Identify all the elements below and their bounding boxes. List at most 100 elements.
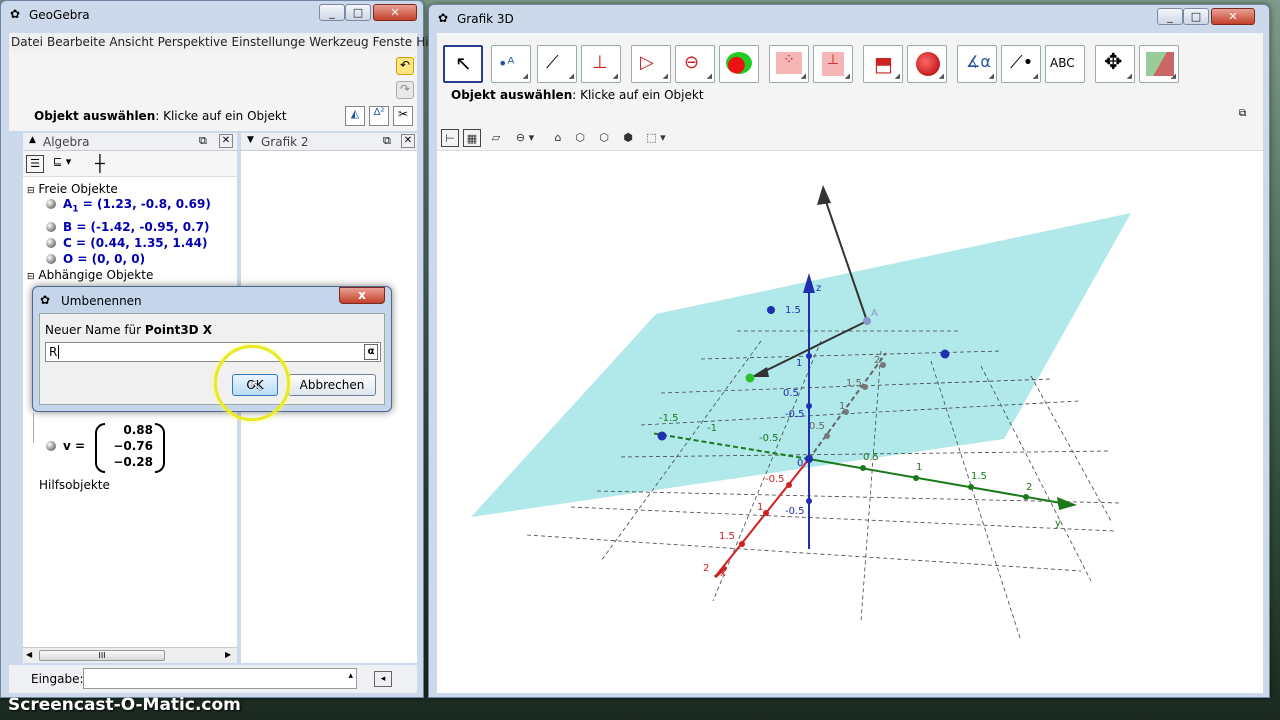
dialog-close-button[interactable]: x	[339, 287, 385, 304]
circle-tool[interactable]: ⊖ ◢	[675, 45, 715, 83]
tree-collapse-icon[interactable]: ⊟	[27, 272, 35, 282]
history-dropdown-icon[interactable]: ▴	[348, 671, 353, 681]
collapse-triangle-icon[interactable]: ▲	[29, 135, 36, 145]
hidden-objects-icon[interactable]: ⊖ ▾	[509, 129, 541, 147]
sphere-tool[interactable]: ◢	[907, 45, 947, 83]
new-name-value: R	[49, 345, 58, 359]
sort-mode-icon[interactable]: ☰	[26, 155, 44, 173]
view-front-icon[interactable]: ⬡	[571, 129, 589, 147]
view-towards-tool[interactable]: ◢	[1139, 45, 1179, 83]
list-item-A1[interactable]: A1 = (1.23, -0.8, 0.69)	[46, 197, 211, 214]
undo-button[interactable]: ↶	[396, 57, 414, 75]
undock-icon[interactable]: ⧉	[1239, 108, 1246, 119]
visibility-dot-icon[interactable]	[46, 199, 56, 209]
input-bar-icon[interactable]: ┼	[95, 154, 105, 173]
visibility-dot-icon[interactable]	[46, 238, 56, 248]
collapse-triangle-icon[interactable]: ▼	[247, 135, 254, 145]
grid-toggle-icon[interactable]: ▦	[463, 129, 481, 147]
list-item-C[interactable]: C = (0.44, 1.35, 1.44)	[46, 236, 207, 250]
z-tick-label: 0.5	[783, 388, 799, 399]
rotate-view-tool[interactable]: ✥ ◢	[1095, 45, 1135, 83]
graphics-3d-view[interactable]: z y x A 1.5 1 0.5 -0.5 0 -0.5 0.5 1 1.5 …	[437, 151, 1263, 693]
tools-settings-icon[interactable]: ✂	[393, 106, 413, 126]
view-side-icon[interactable]: ⬡	[595, 129, 613, 147]
scroll-right-icon[interactable]: ▶	[225, 650, 231, 659]
polygon-tool[interactable]: ▷ ◢	[631, 45, 671, 83]
angle-tool[interactable]: ∡α ◢	[957, 45, 997, 83]
point-neg-y[interactable]	[657, 431, 667, 441]
maximize-button[interactable]: □	[345, 4, 371, 21]
tree-mode-icon[interactable]: ⊑ ▾	[53, 155, 81, 173]
menu-werkzeug[interactable]: Werkzeug	[307, 33, 370, 51]
input-field[interactable]: ▴	[83, 668, 357, 689]
circle-icon: ⊖	[684, 52, 700, 73]
point-green[interactable]	[745, 373, 755, 383]
y-tick-label: 1.5	[971, 471, 987, 482]
input-help-icon[interactable]: ◂	[374, 671, 392, 687]
mode-help-text: Objekt auswählen: Klicke auf ein Objekt	[34, 109, 287, 123]
menu-perspektive[interactable]: Perspektive	[156, 33, 230, 51]
new-name-input[interactable]: R α	[45, 342, 381, 362]
algebra-close-icon[interactable]: ✕	[219, 134, 233, 148]
text-tool[interactable]: ABC	[1045, 45, 1085, 83]
perspective-icon-1[interactable]: ◭	[345, 106, 365, 126]
text-cursor	[58, 345, 59, 359]
standard-view-icon[interactable]: ⌂	[549, 129, 567, 147]
dependent-objects-header[interactable]: ⊟ Abhängige Objekte	[27, 268, 153, 282]
redo-button[interactable]: ↷	[396, 81, 414, 99]
plane-toggle-icon[interactable]: ▱	[487, 129, 505, 147]
move-tool[interactable]: ↖	[443, 45, 483, 83]
menu-datei[interactable]: Datei	[9, 33, 45, 51]
reflect-tool[interactable]: ⟋• ◢	[1001, 45, 1041, 83]
menu-ansicht[interactable]: Ansicht	[107, 33, 155, 51]
point-C[interactable]	[940, 349, 950, 359]
undock-icon[interactable]: ⧉	[383, 134, 391, 148]
auxiliary-objects-header[interactable]: Hilfsobjekte	[39, 478, 110, 492]
point-A[interactable]	[863, 317, 871, 325]
tree-collapse-icon[interactable]: ⊟	[27, 186, 35, 196]
line-tool[interactable]: ⟋ ◢	[537, 45, 577, 83]
visibility-dot-icon[interactable]	[46, 441, 56, 451]
alpha-symbol-button[interactable]: α	[364, 344, 378, 360]
intersect-tool[interactable]	[719, 45, 759, 83]
minimize-button[interactable]: _	[1157, 8, 1183, 25]
plane-through-points-tool[interactable]: ⁘ ◢	[769, 45, 809, 83]
point-tool[interactable]: •ᴬ ◢	[491, 45, 531, 83]
list-item-O[interactable]: O = (0, 0, 0)	[46, 252, 145, 266]
free-objects-header[interactable]: ⊟ Freie Objekte	[27, 182, 118, 196]
projection-icon[interactable]: ⬚ ▾	[641, 129, 671, 147]
minimize-button[interactable]: _	[319, 4, 345, 21]
prompt-object: Point3D X	[144, 323, 213, 337]
point-B[interactable]	[767, 306, 775, 314]
horizontal-scrollbar[interactable]: ◀ III ▶	[23, 647, 237, 663]
prism-tool[interactable]: ⬒ ◢	[863, 45, 903, 83]
scroll-thumb[interactable]: III	[39, 650, 165, 661]
axes-toggle-icon[interactable]: ⊢	[441, 129, 459, 147]
list-item-B[interactable]: B = (-1.42, -0.95, 0.7)	[46, 220, 209, 234]
scroll-left-icon[interactable]: ◀	[26, 650, 32, 659]
close-button[interactable]: ✕	[1211, 8, 1255, 25]
graphics2-header: ▼ Grafik 2 ⧉ ✕	[241, 133, 417, 151]
menu-einstellungen[interactable]: Einstellunge	[230, 33, 308, 51]
list-item-v[interactable]: v = 0.88 −0.76 −0.28	[43, 423, 183, 475]
perpendicular-tool[interactable]: ⊥ ◢	[581, 45, 621, 83]
z-tick-label: 0	[797, 458, 803, 469]
cancel-button[interactable]: Abbrechen	[288, 374, 376, 396]
view-top-icon[interactable]: ⬢	[619, 129, 637, 147]
gray-tick-point	[880, 362, 886, 368]
visibility-dot-icon[interactable]	[46, 222, 56, 232]
point-O[interactable]	[805, 455, 813, 463]
menu-bearbeiten[interactable]: Bearbeite	[45, 33, 107, 51]
dialog-body: Neuer Name für Point3D X R α OK Abbreche…	[39, 313, 385, 405]
menu-fenster[interactable]: Fenste	[371, 33, 415, 51]
x-tick-label: 1	[757, 502, 763, 513]
undock-icon[interactable]: ⧉	[199, 134, 207, 148]
vector-value-x: 0.88	[123, 423, 153, 437]
graphics2-close-icon[interactable]: ✕	[401, 134, 415, 148]
z-tick-point	[806, 403, 812, 409]
perpendicular-plane-tool[interactable]: ⊥ ◢	[813, 45, 853, 83]
visibility-dot-icon[interactable]	[46, 254, 56, 264]
perspective-icon-2[interactable]: Δ²	[369, 106, 389, 126]
maximize-button[interactable]: □	[1183, 8, 1209, 25]
close-button[interactable]: ✕	[373, 4, 417, 21]
